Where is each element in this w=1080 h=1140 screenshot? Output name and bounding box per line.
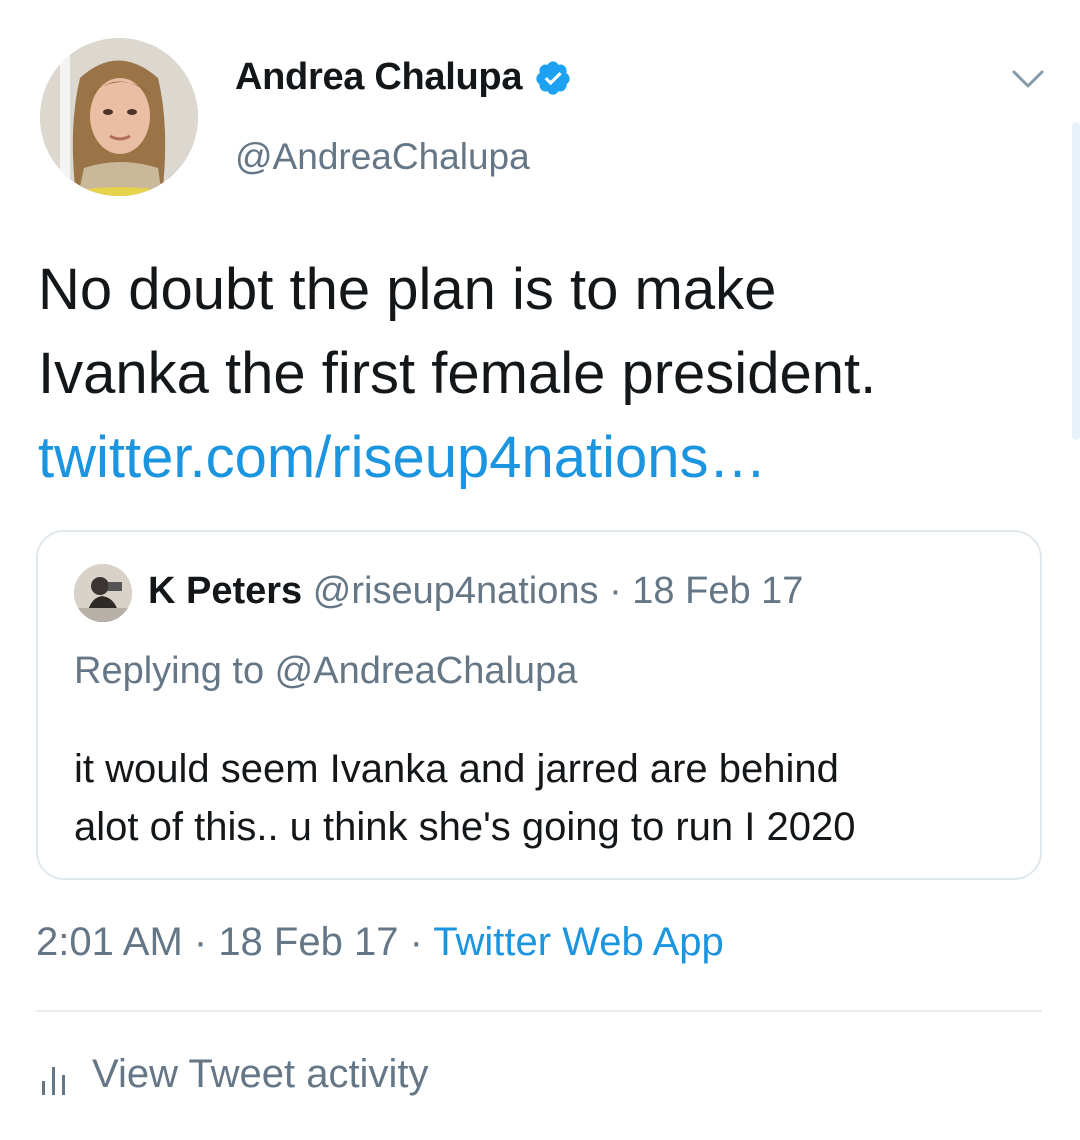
profile-photo-icon — [40, 38, 198, 196]
tweet-meta: 2:01 AM · 18 Feb 17 · Twitter Web App — [36, 920, 724, 965]
quoted-author-avatar[interactable] — [74, 564, 132, 622]
author-handle[interactable]: @AndreaChalupa — [235, 136, 530, 178]
separator: · — [182, 920, 219, 964]
author-avatar[interactable] — [40, 38, 198, 196]
scroll-indicator — [1072, 122, 1080, 440]
quoted-tweet-date: 18 Feb 17 — [632, 570, 804, 612]
tweet-text-line: Ivanka the first female president. — [38, 341, 877, 406]
tweet-link[interactable]: twitter.com/riseup4nations… — [38, 416, 1048, 500]
quoted-text-line: it would seem Ivanka and jarred are behi… — [74, 747, 839, 791]
tweet-time: 2:01 AM — [36, 920, 183, 964]
tweet-date: 18 Feb 17 — [218, 920, 399, 964]
author-name-text: Andrea Chalupa — [235, 56, 523, 98]
view-tweet-activity-label: View Tweet activity — [92, 1052, 429, 1096]
author-name[interactable]: Andrea Chalupa — [235, 56, 572, 99]
quoted-text-line: alot of this.. u think she's going to ru… — [74, 805, 856, 849]
tweet-source[interactable]: Twitter Web App — [433, 920, 724, 964]
view-tweet-activity-button[interactable]: View Tweet activity — [40, 1052, 428, 1097]
tweet-text-line: No doubt the plan is to make — [38, 257, 777, 322]
tweet-detail-page: Andrea Chalupa @AndreaChalupa No doubt t… — [0, 0, 1080, 1140]
separator: · — [598, 570, 633, 612]
verified-badge-icon — [536, 60, 570, 95]
quoted-author-handle[interactable]: @riseup4nations — [313, 570, 599, 612]
divider — [36, 1010, 1042, 1012]
tweet-text: No doubt the plan is to make Ivanka the … — [38, 248, 1048, 500]
replying-to: Replying to @AndreaChalupa — [74, 650, 578, 692]
quoted-author-name[interactable]: K Peters — [148, 570, 302, 612]
quoted-tweet-text: it would seem Ivanka and jarred are behi… — [74, 740, 855, 856]
profile-photo-icon — [74, 564, 132, 622]
quoted-tweet-header: K Peters @riseup4nations · 18 Feb 17 — [148, 570, 803, 613]
chevron-down-icon[interactable] — [1010, 66, 1046, 94]
separator: · — [398, 920, 434, 964]
quoted-tweet-card[interactable]: K Peters @riseup4nations · 18 Feb 17 Rep… — [36, 530, 1042, 880]
bar-chart-icon — [42, 1066, 65, 1095]
